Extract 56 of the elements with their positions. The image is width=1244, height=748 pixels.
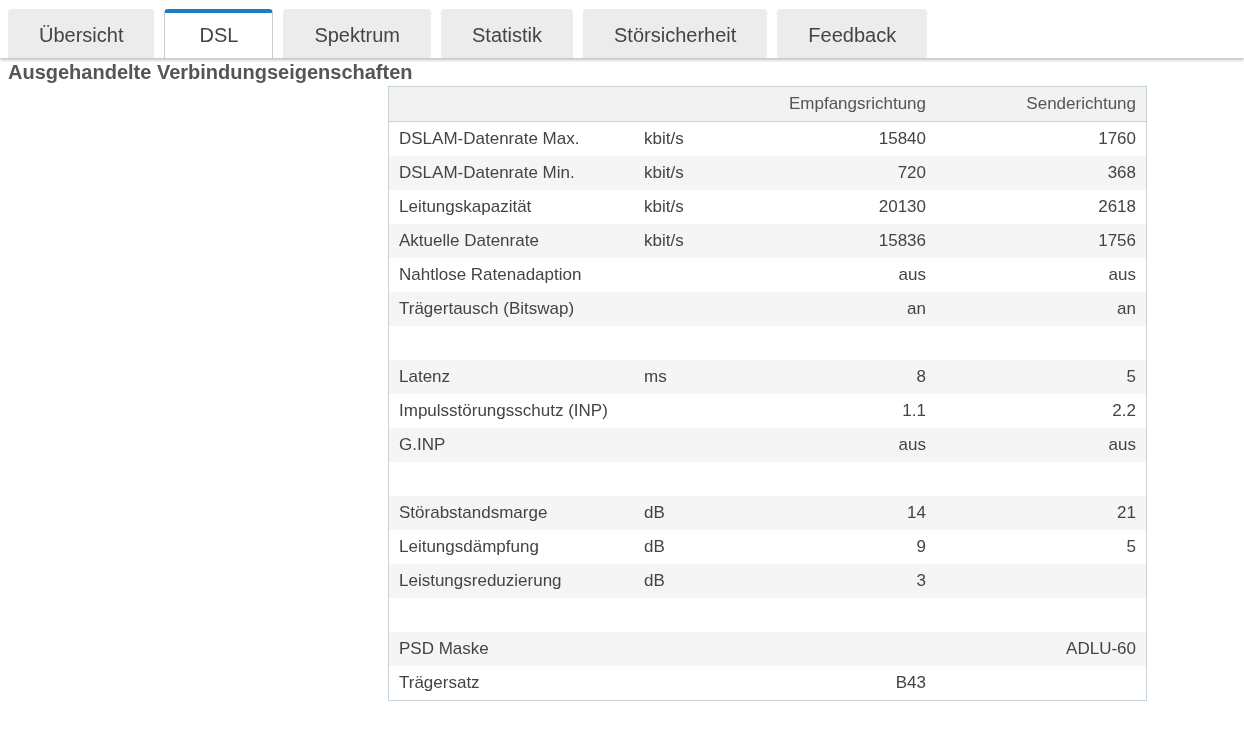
- tab[interactable]: Übersicht: [8, 9, 155, 58]
- row-label: Leitungsdämpfung: [399, 537, 539, 556]
- value-cell: 1.1: [902, 401, 926, 420]
- value-cell: 8: [916, 367, 926, 386]
- value-cell: 14: [907, 503, 926, 522]
- row-label: Impulsstörungsschutz (INP): [399, 401, 608, 420]
- value-cell: 1760: [1098, 129, 1136, 148]
- row-label: Leistungsreduzierung: [399, 571, 562, 590]
- tab[interactable]: Feedback: [777, 9, 928, 58]
- value-cell: 720: [897, 163, 926, 182]
- value-cell: 2618: [1098, 197, 1136, 216]
- row-label: Störabstandsmarge: [399, 503, 548, 522]
- unit-cell: kbit/s: [644, 163, 684, 182]
- value-cell: aus: [1108, 435, 1136, 454]
- tab[interactable]: Statistik: [441, 9, 573, 58]
- value-cell: 15836: [878, 231, 926, 250]
- tab[interactable]: DSL: [164, 9, 274, 58]
- section-heading: Ausgehandelte Verbindungseigenschaften: [8, 60, 414, 84]
- column-header: Senderichtung: [1026, 94, 1136, 113]
- value-cell: 1756: [1098, 231, 1136, 250]
- unit-cell: dB: [644, 571, 665, 590]
- value-cell: B43: [895, 673, 926, 692]
- column-header: Empfangsrichtung: [788, 94, 926, 113]
- value-cell: 5: [1126, 367, 1136, 386]
- value-cell: 9: [916, 537, 926, 556]
- value-cell: 5: [1126, 537, 1136, 556]
- value-cell: 2.2: [1112, 401, 1136, 420]
- row-label: Latenz: [399, 367, 451, 386]
- row-label: Trägertausch (Bitswap): [399, 299, 575, 318]
- value-cell: aus: [1108, 265, 1136, 284]
- unit-cell: kbit/s: [644, 129, 684, 148]
- unit-cell: kbit/s: [644, 231, 684, 250]
- row-label: DSLAM-Datenrate Min.: [399, 163, 575, 182]
- row-label: Aktuelle Datenrate: [399, 231, 539, 250]
- value-cell: aus: [898, 265, 926, 284]
- row-label: Nahtlose Ratenadaption: [399, 265, 582, 284]
- value-cell: 15840: [878, 129, 926, 148]
- row-label: PSD Maske: [399, 639, 489, 658]
- unit-cell: kbit/s: [644, 197, 684, 216]
- row-label: G.INP: [399, 435, 446, 454]
- value-cell: an: [907, 299, 926, 318]
- value-cell: 368: [1107, 163, 1136, 182]
- value-cell: an: [1117, 299, 1136, 318]
- value-cell: 20130: [878, 197, 926, 216]
- unit-cell: dB: [644, 503, 665, 522]
- value-cell: 21: [1117, 503, 1136, 522]
- value-cell: ADLU-60: [1066, 639, 1136, 658]
- row-label: DSLAM-Datenrate Max.: [399, 129, 580, 148]
- row-label: Trägersatz: [399, 673, 480, 692]
- tab[interactable]: Störsicherheit: [583, 9, 768, 58]
- unit-cell: dB: [644, 537, 665, 556]
- row-label: Leitungskapazität: [399, 197, 532, 216]
- value-cell: 3: [916, 571, 926, 590]
- unit-cell: ms: [644, 367, 667, 386]
- value-cell: aus: [898, 435, 926, 454]
- tab[interactable]: Spektrum: [283, 9, 431, 58]
